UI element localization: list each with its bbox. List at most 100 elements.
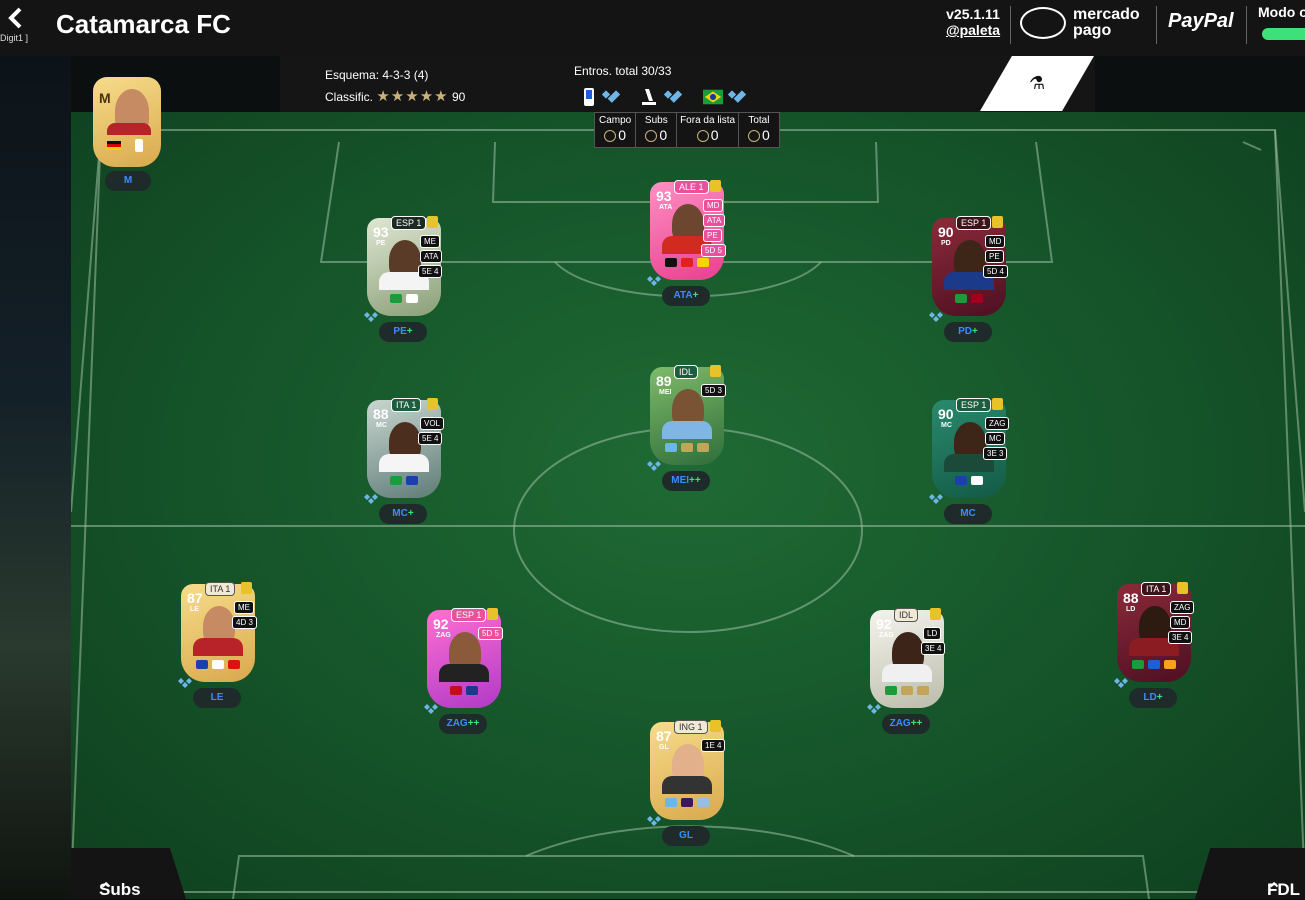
chemstyle-tag: 4D 3: [232, 616, 257, 629]
chemistry-diamond-icon: [601, 90, 621, 103]
league-tag: ITA 1: [391, 398, 422, 412]
alt-position-tag: ME: [420, 235, 440, 248]
badge-icon: [665, 443, 677, 452]
position-label[interactable]: ZAG++: [882, 714, 930, 734]
handle-link[interactable]: @paleta: [942, 22, 1004, 38]
position-label[interactable]: ATA+: [662, 286, 710, 306]
chemistry-plus: ++: [467, 718, 480, 729]
badge-icon: [697, 798, 709, 807]
player-card[interactable]: 87 LE: [181, 584, 255, 682]
rating-value: 90: [451, 90, 466, 104]
player-rating: 93: [656, 188, 672, 204]
player-position: MEI: [659, 389, 672, 396]
chemstyle-tag: 5D 3: [701, 384, 726, 397]
position-label[interactable]: LE: [193, 688, 241, 708]
player-rating: 93: [373, 224, 389, 240]
untradeable-icon: [487, 608, 498, 620]
chemistry-plus: +: [1156, 692, 1163, 703]
chemistry-plus: ++: [910, 718, 923, 729]
serie-a-icon: [584, 88, 594, 106]
player-card[interactable]: 92 ZAG: [427, 610, 501, 708]
badge-icon: [901, 686, 913, 695]
position-label[interactable]: PE+: [379, 322, 427, 342]
rating-stars: ★★★★★: [376, 88, 449, 105]
position-label[interactable]: GL: [662, 826, 710, 846]
mercado-pago-logo[interactable]: mercado pago: [1020, 6, 1150, 42]
player-rating: 88: [373, 406, 389, 422]
position-label[interactable]: MC: [944, 504, 992, 524]
chevron-left-icon: [8, 7, 22, 29]
position-label[interactable]: PD+: [944, 322, 992, 342]
count-value: 0: [710, 127, 719, 143]
subs-button[interactable]: ⌃ Subs: [71, 848, 186, 899]
count-label: Campo: [598, 115, 632, 126]
count-value: 0: [618, 127, 626, 143]
league-tag: IDL: [674, 365, 699, 379]
untradeable-icon: [241, 582, 252, 594]
subs-label: Subs: [99, 880, 141, 899]
player-card[interactable]: 88 MC: [367, 400, 441, 498]
player-kit: [379, 454, 429, 472]
league-tag: ESP 1: [956, 398, 992, 412]
position-label[interactable]: MEI++: [662, 471, 710, 491]
position-label[interactable]: ZAG++: [439, 714, 487, 734]
player-kit: [662, 776, 712, 794]
chemistry-diamond-icon: [929, 494, 943, 504]
badge-icon: [955, 294, 967, 303]
league-tag: ITA 1: [1141, 582, 1172, 596]
alt-position-tag: MD: [703, 199, 724, 212]
chemistry-diamond-icon: [178, 678, 192, 688]
paypal-logo[interactable]: PayPal: [1168, 10, 1234, 33]
alt-position-tag: PE: [703, 229, 722, 242]
badge-icon: [212, 660, 224, 669]
flask-icon: ⚗: [1029, 73, 1046, 93]
chemistry-plus: +: [406, 326, 413, 337]
player-position: PD: [941, 240, 951, 247]
player-rating: 92: [433, 616, 449, 632]
chemstyle-tag: 5D 4: [983, 265, 1008, 278]
rating-label: Classific.: [325, 90, 374, 104]
mode-toggle[interactable]: [1262, 28, 1305, 40]
chemstyle-tag: 3E 3: [983, 447, 1008, 460]
chemistry-plus: +: [692, 290, 699, 301]
chemistry-diamond-icon: [929, 312, 943, 322]
alt-position-tag: MC: [985, 432, 1006, 445]
pago-text: pago: [1073, 22, 1112, 39]
divider: [1156, 6, 1157, 44]
chemistry-diamond-icon: [424, 704, 438, 714]
position-text: PD: [958, 326, 973, 337]
count-subs: Subs 0: [636, 113, 678, 147]
player-kit: [882, 664, 932, 682]
top-bar: Digit1 ] Catamarca FC v25.1.11 @paleta m…: [0, 0, 1305, 56]
manager-shirt: [107, 123, 151, 135]
untradeable-icon: [710, 365, 721, 377]
chemistry-diamond-icon: [647, 461, 661, 471]
position-text: MC: [392, 508, 408, 519]
badge-icon: [390, 294, 402, 303]
player-flags: [379, 294, 429, 306]
position-label[interactable]: LD+: [1129, 688, 1177, 708]
squad-counts: Campo 0 Subs 0 Fora da lista 0 Total 0: [594, 112, 780, 148]
fdl-button[interactable]: FDL ⌃: [1195, 848, 1305, 899]
alt-position-tag: MD: [1170, 616, 1191, 629]
squad-info-bar: Esquema: 4-3-3 (4) Classific. ★★★★★ 90 E…: [280, 56, 1095, 112]
chemistry-diamond-icon: [1114, 678, 1128, 688]
divider: [1010, 6, 1011, 44]
position-label[interactable]: M: [105, 171, 151, 191]
player-flags: [944, 294, 994, 306]
alt-position-tag: ATA: [703, 214, 726, 227]
count-label: Subs: [644, 115, 668, 126]
back-button[interactable]: [4, 6, 28, 30]
badge-icon: [196, 660, 208, 669]
player-card[interactable]: 89 MEI: [650, 367, 724, 465]
alt-position-tag: ZAG: [1170, 601, 1195, 614]
untradeable-icon: [710, 720, 721, 732]
manager-card[interactable]: M: [93, 77, 161, 167]
player-card[interactable]: 92 ZAG: [870, 610, 944, 708]
player-rating: 92: [876, 616, 892, 632]
player-card[interactable]: 87 GL: [650, 722, 724, 820]
position-label[interactable]: MC+: [379, 504, 427, 524]
coin-icon: [696, 130, 709, 142]
position-text: ATA: [673, 290, 693, 301]
mercado-text: mercado: [1073, 6, 1140, 23]
